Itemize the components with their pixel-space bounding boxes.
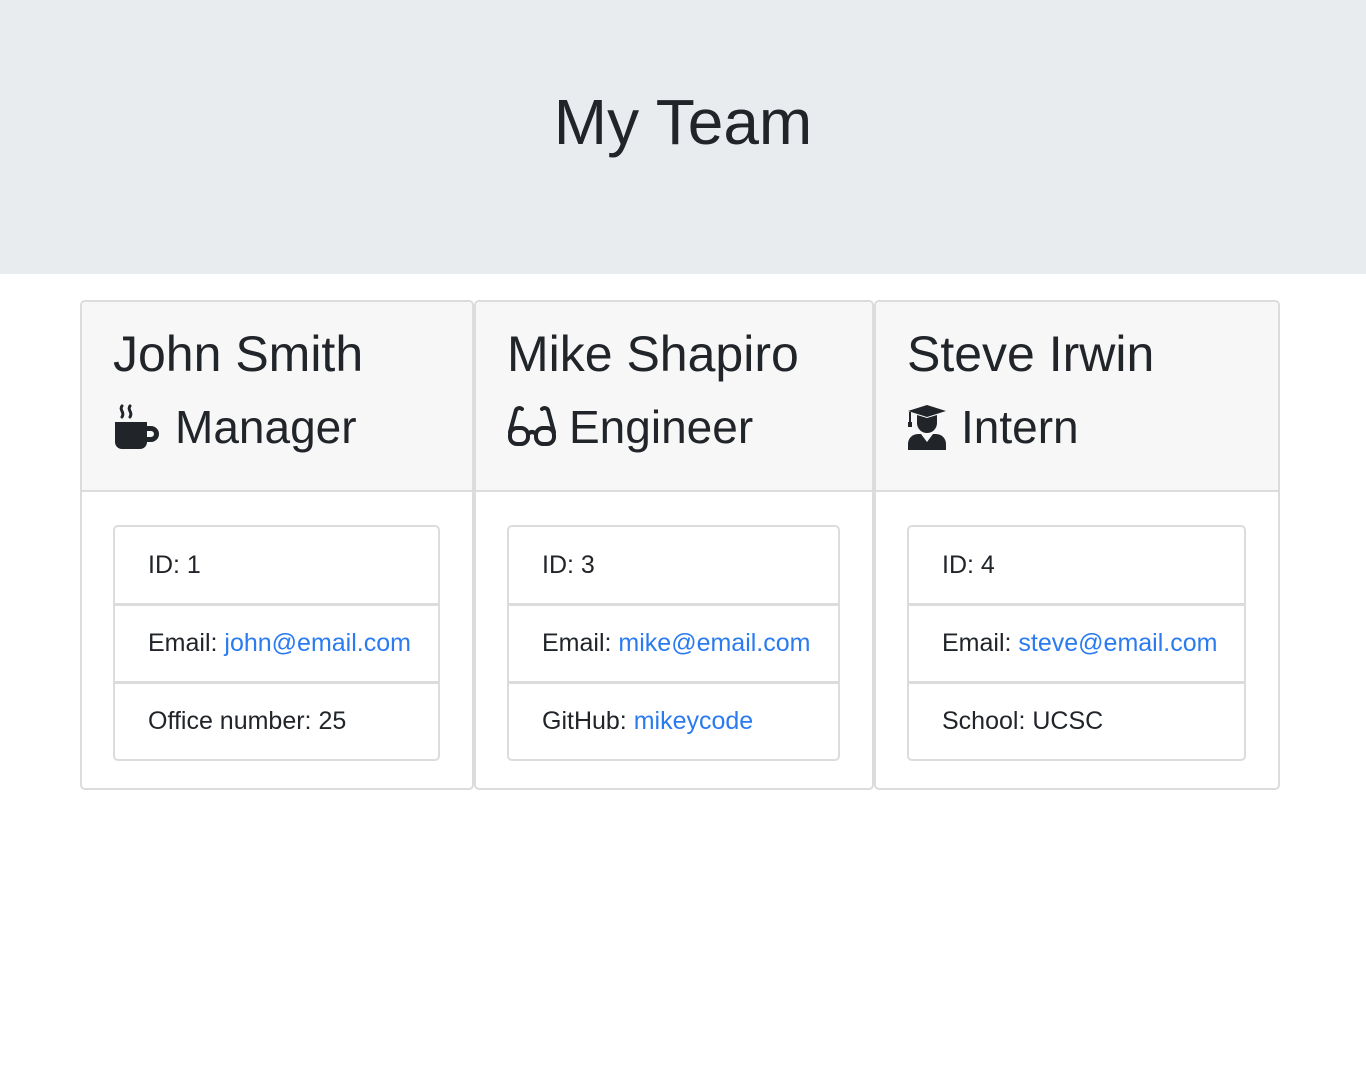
employee-email-row: Email: steve@email.com xyxy=(909,603,1244,681)
email-label: Email: xyxy=(148,629,225,657)
email-label: Email: xyxy=(942,629,1019,657)
employee-email-row: Email: john@email.com xyxy=(115,603,438,681)
page-title: My Team xyxy=(553,86,813,158)
employee-github-row: GitHub: mikeycode xyxy=(509,681,838,759)
employee-role: Engineer xyxy=(507,400,753,454)
page-header: My Team xyxy=(0,0,1366,274)
employee-id: ID: 4 xyxy=(942,551,995,579)
email-label: Email: xyxy=(542,629,619,657)
employee-role-label: Engineer xyxy=(569,401,754,453)
employee-office-number: Office number: 25 xyxy=(115,681,438,759)
card-header: Steve Irwin Intern xyxy=(876,302,1278,492)
employee-name: John Smith xyxy=(113,326,364,382)
employee-details: ID: 3 Email: mike@email.com GitHub: mike… xyxy=(507,525,840,761)
email-link[interactable]: steve@email.com xyxy=(1018,629,1217,657)
employee-card-engineer: Mike Shapiro Engineer ID: 3 Email: mike@… xyxy=(474,300,874,790)
email-link[interactable]: mike@email.com xyxy=(618,629,810,657)
employee-role-label: Manager xyxy=(175,401,357,453)
employee-id: ID: 3 xyxy=(542,551,595,579)
employee-card-manager: John Smith Manager ID: 1 Email: john@ema… xyxy=(80,300,474,790)
user-graduate-icon xyxy=(907,404,949,450)
employee-role-label: Intern xyxy=(961,401,1079,453)
employee-details: ID: 1 Email: john@email.com Office numbe… xyxy=(113,525,440,761)
employee-email-row: Email: mike@email.com xyxy=(509,603,838,681)
employee-name: Steve Irwin xyxy=(907,326,1155,382)
employee-role: Intern xyxy=(907,400,1079,454)
email-link[interactable]: john@email.com xyxy=(224,629,411,657)
card-header: Mike Shapiro Engineer xyxy=(476,302,872,492)
employee-card-intern: Steve Irwin Intern ID: 4 Email: steve@em… xyxy=(874,300,1280,790)
glasses-icon xyxy=(507,404,557,450)
github-link[interactable]: mikeycode xyxy=(634,707,754,735)
mug-hot-icon xyxy=(113,404,163,450)
employee-id: ID: 1 xyxy=(148,551,201,579)
github-label: GitHub: xyxy=(542,707,634,735)
employee-role: Manager xyxy=(113,400,357,454)
employee-name: Mike Shapiro xyxy=(507,326,799,382)
card-header: John Smith Manager xyxy=(82,302,472,492)
employee-school: School: UCSC xyxy=(909,681,1244,759)
employee-details: ID: 4 Email: steve@email.com School: UCS… xyxy=(907,525,1246,761)
